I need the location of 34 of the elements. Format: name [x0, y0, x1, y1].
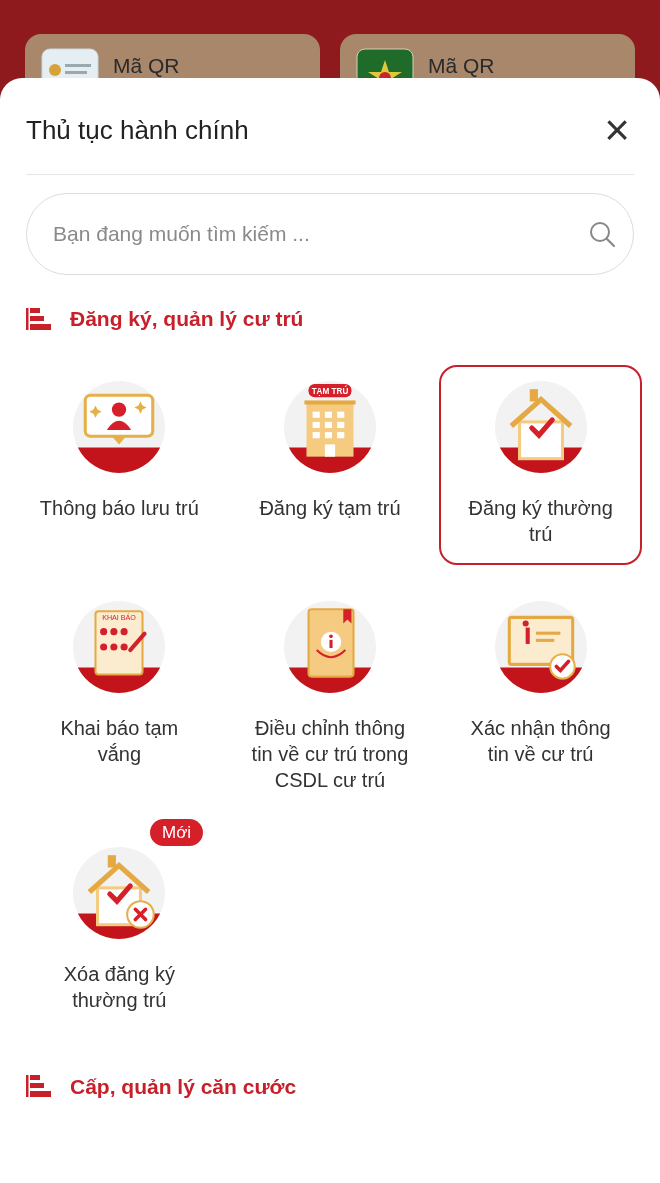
section-title: Đăng ký, quản lý cư trú	[70, 306, 304, 332]
service-label: Khai báo tạm vắng	[59, 715, 180, 767]
speech-bubble-icon	[73, 380, 166, 473]
search-icon	[588, 220, 616, 248]
section-icon	[26, 1075, 52, 1098]
service-tile[interactable]: Mới Xóa đăng ký thường trú	[18, 810, 221, 1031]
service-tile[interactable]: TẠM TRÚ Đăng ký tạm trú	[228, 364, 432, 565]
service-label: Điều chỉnh thông tin về cư trú trong CSDL cư trú	[250, 715, 410, 793]
service-tile[interactable]: Xác nhận thông tin về cư trú	[439, 584, 642, 811]
service-tile[interactable]: Đăng ký thường trú	[439, 364, 642, 565]
service-label: Đăng ký tạm trú	[259, 495, 401, 521]
info-card-icon	[494, 600, 587, 693]
service-tile[interactable]: Thông báo lưu trú	[18, 364, 221, 565]
qr-card[interactable]: Mã QR	[25, 34, 320, 78]
service-label: Xóa đăng ký thường trú	[62, 961, 176, 1013]
new-badge: Mới	[150, 818, 204, 846]
section-title: Cấp, quản lý căn cước	[70, 1073, 297, 1100]
service-label: Đăng ký thường trú	[467, 495, 614, 547]
house-check-icon	[494, 380, 587, 473]
service-tile[interactable]: KHAI BÁO Khai báo tạm vắng	[18, 584, 221, 811]
building-icon: TẠM TRÚ	[284, 380, 376, 473]
service-label: Xác nhận thông tin về cư trú	[469, 715, 612, 767]
house-remove-icon	[73, 846, 166, 939]
service-label: Thông báo lưu trú	[39, 495, 199, 521]
close-button[interactable]: ×	[600, 108, 634, 152]
book-icon	[284, 600, 376, 693]
search-field[interactable]: Bạn đang muốn tìm kiếm ...	[26, 193, 634, 275]
form-icon: KHAI BÁO	[73, 600, 166, 693]
card-label: Mã QR	[113, 54, 180, 78]
sheet-title: Thủ tục hành chính	[26, 113, 249, 147]
qr-card[interactable]: Mã QR	[340, 34, 635, 78]
service-tile[interactable]: Điều chỉnh thông tin về cư trú trong CSDL cư trú	[228, 584, 432, 811]
section-icon	[26, 307, 52, 330]
card-label: Mã QR	[428, 54, 495, 78]
